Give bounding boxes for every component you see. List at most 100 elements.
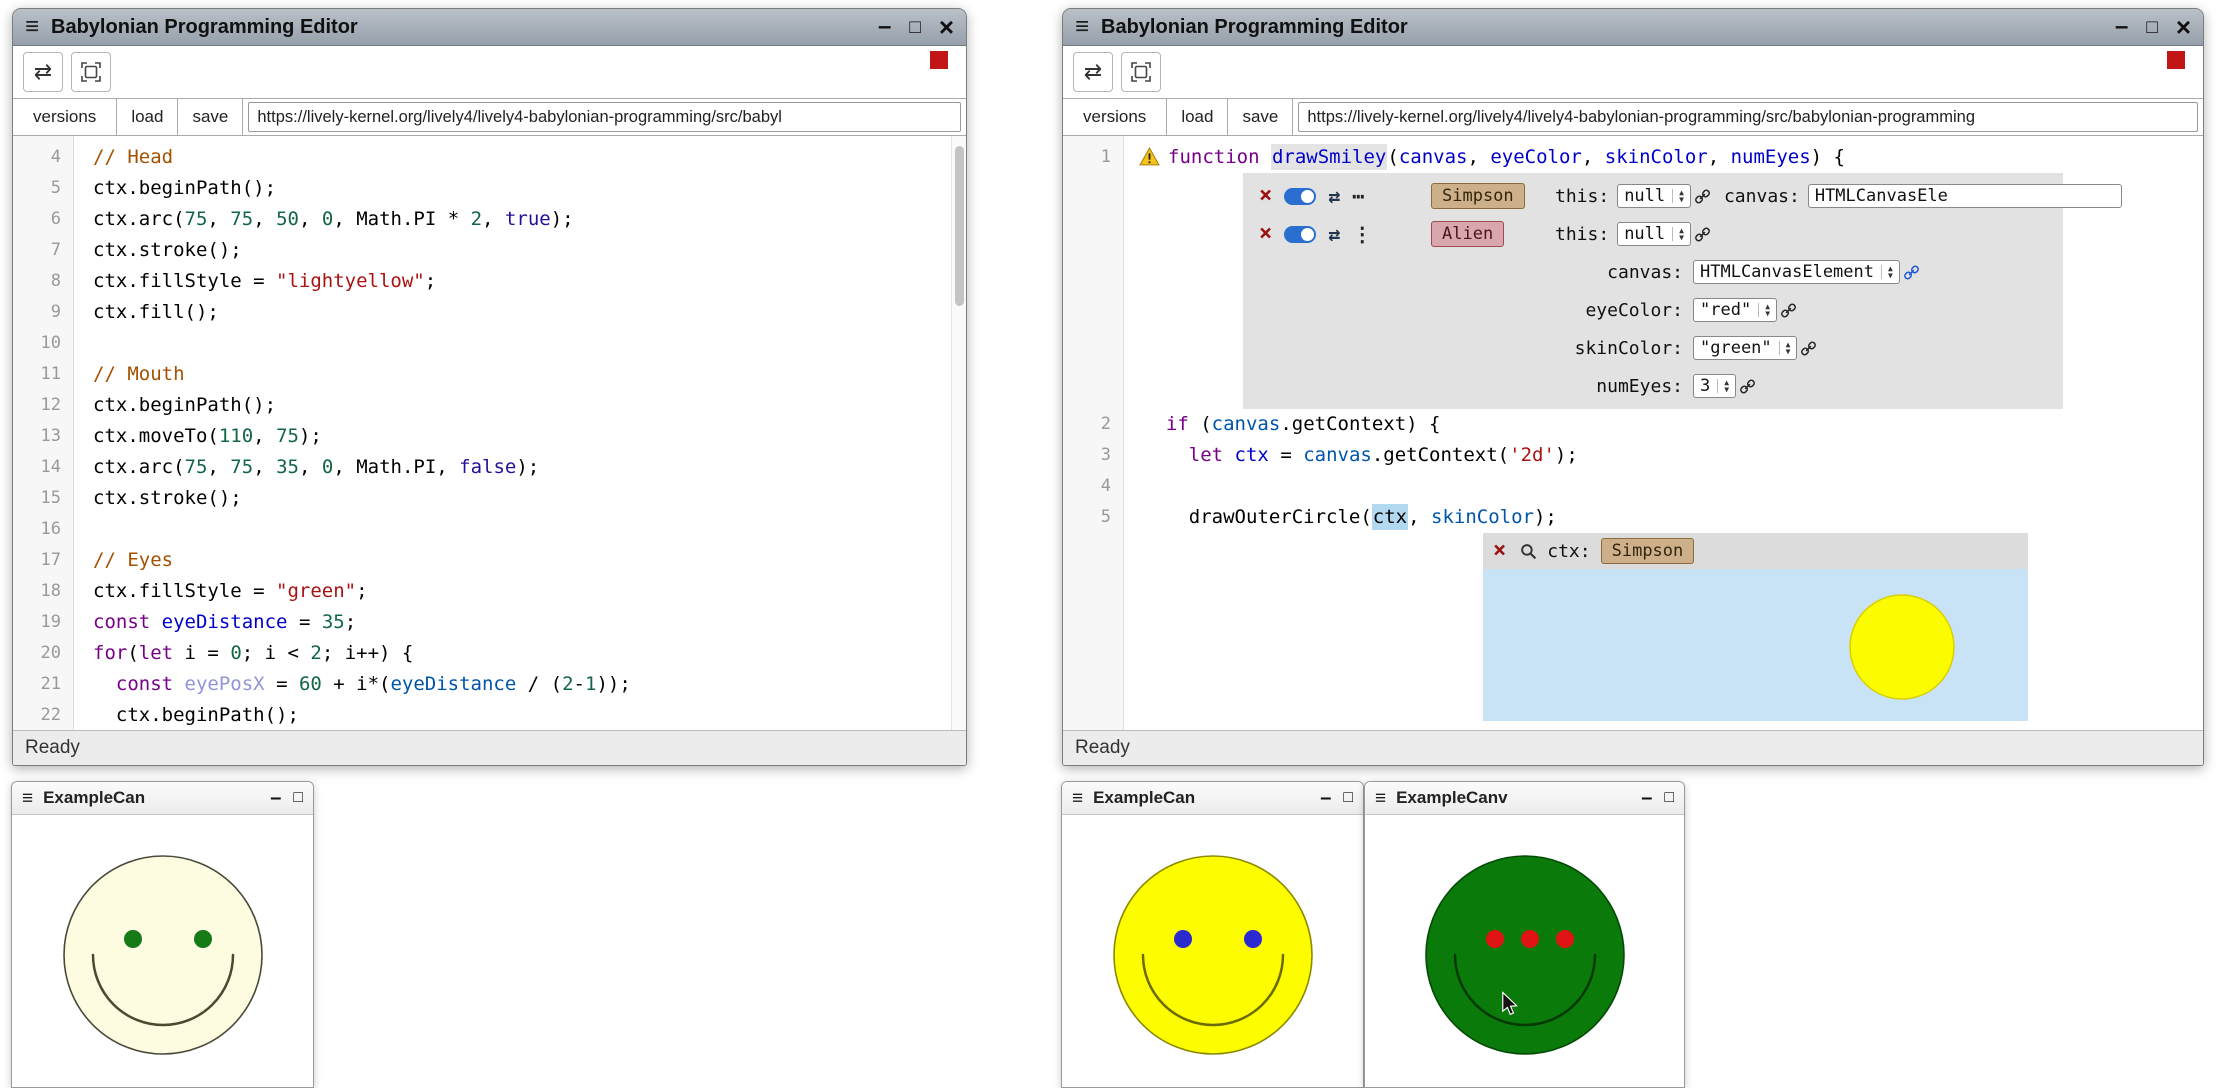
example-canvas xyxy=(1365,815,1684,1087)
stepper-icon[interactable]: ▲▼ xyxy=(1881,265,1893,279)
code-line[interactable]: 22 ctx.beginPath(); xyxy=(13,700,966,730)
warning-icon[interactable] xyxy=(1139,147,1160,166)
scrollbar-track[interactable] xyxy=(951,136,966,730)
delete-probe-icon[interactable]: × xyxy=(1493,540,1506,562)
code-line[interactable]: 5 drawOuterCircle(ctx, skinColor); xyxy=(1063,502,2203,533)
url-field[interactable] xyxy=(1298,102,2198,132)
delete-example-icon[interactable]: × xyxy=(1259,185,1272,207)
load-button[interactable]: load xyxy=(117,99,178,135)
code-line[interactable]: 7ctx.stroke(); xyxy=(13,235,966,266)
code-line[interactable]: 17// Eyes xyxy=(13,545,966,576)
titlebar[interactable]: ≡ Babylonian Programming Editor – □ × xyxy=(1063,9,2203,46)
code-line[interactable]: 4// Head xyxy=(13,142,966,173)
code-editor[interactable]: 4// Head5ctx.beginPath();6ctx.arc(75, 75… xyxy=(13,136,966,730)
link-icon[interactable] xyxy=(1781,303,1796,318)
example-toggle[interactable] xyxy=(1284,226,1316,243)
example-toggle[interactable] xyxy=(1284,188,1316,205)
code-editor[interactable]: 1function drawSmiley(canvas, eyeColor, s… xyxy=(1063,136,2203,730)
magnifier-icon[interactable] xyxy=(1520,543,1537,560)
swap-probes-button[interactable]: ⇄ xyxy=(23,52,63,92)
line-number: 15 xyxy=(13,483,73,514)
maximize-button[interactable]: □ xyxy=(1343,790,1353,806)
minimize-button[interactable]: – xyxy=(878,15,891,39)
versions-button[interactable]: versions xyxy=(1063,99,1167,135)
titlebar[interactable]: ≡ ExampleCan – □ xyxy=(1062,782,1363,815)
code-line[interactable]: 19const eyeDistance = 35; xyxy=(13,607,966,638)
code-line[interactable]: 12ctx.beginPath(); xyxy=(13,390,966,421)
value-box[interactable]: 3 ▲▼ xyxy=(1693,374,1736,398)
url-field[interactable] xyxy=(248,102,961,132)
stepper-icon[interactable]: ▲▼ xyxy=(1672,227,1684,241)
menu-icon[interactable]: ≡ xyxy=(22,789,33,808)
code-line[interactable]: 18ctx.fillStyle = "green"; xyxy=(13,576,966,607)
maximize-button[interactable]: □ xyxy=(909,18,920,37)
close-button[interactable]: × xyxy=(2176,14,2191,40)
code-line[interactable]: 16 xyxy=(13,514,966,545)
maximize-button[interactable]: □ xyxy=(293,790,303,806)
code-line[interactable]: 4 xyxy=(1063,471,2203,502)
code-line[interactable]: 5ctx.beginPath(); xyxy=(13,173,966,204)
save-button[interactable]: save xyxy=(178,99,243,135)
swap-icon[interactable]: ⇄ xyxy=(1328,186,1340,206)
more-options-icon[interactable]: ⋮ xyxy=(1352,224,1372,244)
menu-icon[interactable]: ≡ xyxy=(1375,789,1386,808)
code-line[interactable]: 20for(let i = 0; i < 2; i++) { xyxy=(13,638,966,669)
code-line[interactable]: 3 let ctx = canvas.getContext('2d'); xyxy=(1063,440,2203,471)
scrollbar-thumb[interactable] xyxy=(955,146,964,306)
link-icon[interactable] xyxy=(1695,227,1710,242)
code-line[interactable]: 2 if (canvas.getContext) { xyxy=(1063,409,2203,440)
titlebar[interactable]: ≡ ExampleCanv – □ xyxy=(1365,782,1684,815)
stepper-icon[interactable]: ▲▼ xyxy=(1672,189,1684,203)
link-icon[interactable] xyxy=(1740,379,1755,394)
probe-example-tag[interactable]: Simpson xyxy=(1601,538,1695,564)
window-controls: – □ × xyxy=(2115,14,2191,40)
link-icon[interactable] xyxy=(1801,341,1816,356)
close-button[interactable]: × xyxy=(939,14,954,40)
stepper-icon[interactable]: ▲▼ xyxy=(1758,303,1770,317)
value-box[interactable]: "green" ▲▼ xyxy=(1693,336,1797,360)
stepper-icon[interactable]: ▲▼ xyxy=(1717,379,1729,393)
value-box[interactable]: "red" ▲▼ xyxy=(1693,298,1777,322)
delete-example-icon[interactable]: × xyxy=(1259,223,1272,245)
window-title: ExampleCan xyxy=(1093,788,1310,808)
minimize-button[interactable]: – xyxy=(270,788,281,808)
menu-icon[interactable]: ≡ xyxy=(25,15,39,39)
stepper-icon[interactable]: ▲▼ xyxy=(1779,341,1791,355)
menu-icon[interactable]: ≡ xyxy=(1075,15,1089,39)
value-box[interactable]: HTMLCanvasEle xyxy=(1808,184,2122,208)
titlebar[interactable]: ≡ Babylonian Programming Editor – □ × xyxy=(13,9,966,46)
menu-icon[interactable]: ≡ xyxy=(1072,789,1083,808)
example-tag-simpson[interactable]: Simpson xyxy=(1431,183,1525,209)
maximize-button[interactable]: □ xyxy=(2146,18,2157,37)
select-region-button[interactable] xyxy=(71,52,111,92)
code-line[interactable]: 9ctx.fill(); xyxy=(13,297,966,328)
link-icon[interactable] xyxy=(1695,189,1710,204)
code-line[interactable]: 14ctx.arc(75, 75, 35, 0, Math.PI, false)… xyxy=(13,452,966,483)
more-options-icon[interactable]: ⋯ xyxy=(1352,186,1364,206)
code-line[interactable]: 11// Mouth xyxy=(13,359,966,390)
link-icon[interactable] xyxy=(1904,265,1919,280)
minimize-button[interactable]: – xyxy=(1641,788,1652,808)
titlebar[interactable]: ≡ ExampleCan – □ xyxy=(12,782,313,815)
load-button[interactable]: load xyxy=(1167,99,1228,135)
line-number: 11 xyxy=(13,359,73,390)
swap-icon[interactable]: ⇄ xyxy=(1328,224,1340,244)
minimize-button[interactable]: – xyxy=(2115,15,2128,39)
save-button[interactable]: save xyxy=(1228,99,1293,135)
versions-button[interactable]: versions xyxy=(13,99,117,135)
swap-probes-button[interactable]: ⇄ xyxy=(1073,52,1113,92)
code-line[interactable]: 10 xyxy=(13,328,966,359)
code-line[interactable]: 21 const eyePosX = 60 + i*(eyeDistance /… xyxy=(13,669,966,700)
value-box[interactable]: null ▲▼ xyxy=(1617,222,1691,246)
code-line[interactable]: 6ctx.arc(75, 75, 50, 0, Math.PI * 2, tru… xyxy=(13,204,966,235)
example-tag-alien[interactable]: Alien xyxy=(1431,221,1504,247)
code-line[interactable]: 8ctx.fillStyle = "lightyellow"; xyxy=(13,266,966,297)
maximize-button[interactable]: □ xyxy=(1664,790,1674,806)
minimize-button[interactable]: – xyxy=(1320,788,1331,808)
value-box[interactable]: HTMLCanvasElement ▲▼ xyxy=(1693,260,1900,284)
code-line[interactable]: 15ctx.stroke(); xyxy=(13,483,966,514)
code-line[interactable]: 1function drawSmiley(canvas, eyeColor, s… xyxy=(1063,142,2203,173)
value-box[interactable]: null ▲▼ xyxy=(1617,184,1691,208)
select-region-button[interactable] xyxy=(1121,52,1161,92)
code-line[interactable]: 13ctx.moveTo(110, 75); xyxy=(13,421,966,452)
